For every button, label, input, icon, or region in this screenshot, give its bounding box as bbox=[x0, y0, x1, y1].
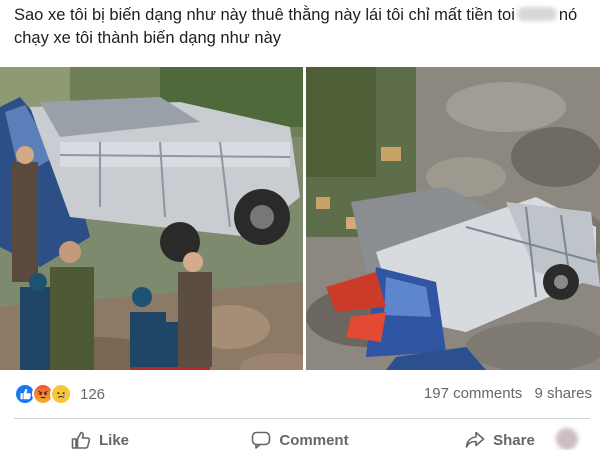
comment-icon bbox=[252, 431, 271, 449]
share-icon bbox=[465, 431, 485, 448]
actions-divider bbox=[14, 418, 590, 419]
shares-count[interactable]: 9 shares bbox=[534, 385, 592, 402]
post-actions: Like Comment Share bbox=[0, 420, 600, 450]
like-button[interactable]: Like bbox=[0, 420, 200, 450]
thumbs-up-icon bbox=[71, 431, 91, 449]
post-photo-left[interactable] bbox=[0, 67, 303, 370]
crash-scene-image-left bbox=[0, 67, 303, 370]
share-label: Share bbox=[493, 431, 535, 449]
post-text-part1: Sao xe tôi bị biến dạng như này thuê thằ… bbox=[14, 6, 515, 24]
crash-scene-image-right bbox=[306, 67, 600, 370]
engagement-counts: 197 comments 9 shares bbox=[416, 385, 592, 402]
like-label: Like bbox=[98, 431, 129, 449]
sad-reaction-icon bbox=[50, 383, 72, 405]
comment-label: Comment bbox=[279, 431, 349, 449]
comment-button[interactable]: Comment bbox=[200, 420, 400, 450]
reaction-count: 126 bbox=[80, 385, 106, 403]
post-photo-right[interactable] bbox=[306, 67, 600, 370]
post-text: Sao xe tôi bị biến dạng như này thuê thằ… bbox=[14, 4, 594, 50]
comments-count[interactable]: 197 comments bbox=[424, 385, 522, 402]
post-stats: 126 197 comments 9 shares bbox=[0, 370, 600, 418]
blurred-text bbox=[516, 7, 557, 21]
blurred-avatar[interactable] bbox=[556, 428, 578, 450]
reactions-summary[interactable]: 126 bbox=[14, 383, 105, 405]
